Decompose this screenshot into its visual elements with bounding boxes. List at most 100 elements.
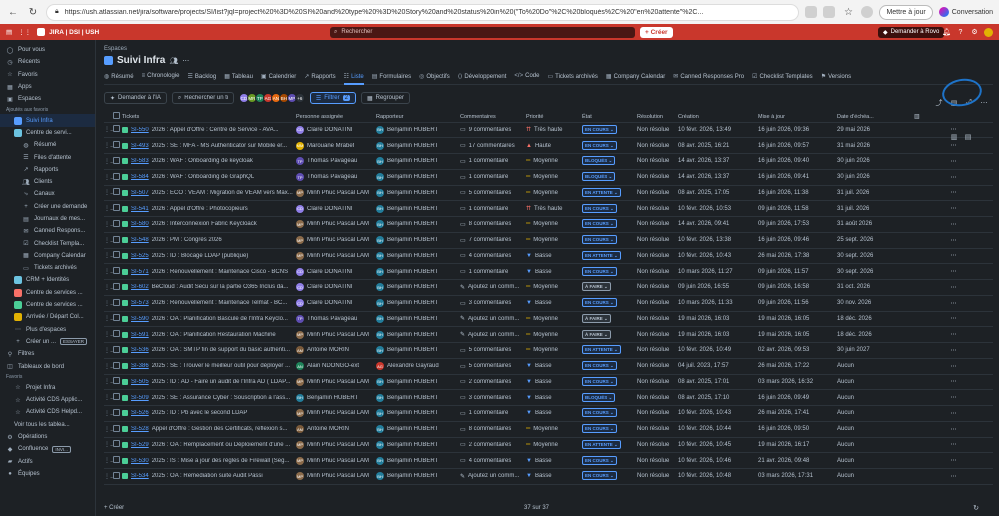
reporter-cell[interactable]: BH Benjamin HUBERT xyxy=(376,295,460,312)
row-more-icon[interactable]: ⋯ xyxy=(914,437,993,454)
drag-handle-icon[interactable]: ⋮⋮ xyxy=(104,122,113,139)
table-row[interactable]: ⋮⋮ SI-5912026 : OA : Planification Restau… xyxy=(104,326,999,343)
assignee-cell[interactable]: MP Minh Phuc Pascal LAM xyxy=(296,405,376,422)
reporter-cell[interactable]: BH Benjamin HUBERT xyxy=(376,122,460,139)
status-badge[interactable]: À FAIRE ⌄ xyxy=(582,282,611,292)
due-date-cell[interactable]: Aucun xyxy=(837,405,914,422)
status-badge[interactable]: EN COURS ⌄ xyxy=(582,298,617,308)
list-search-input[interactable]: ⌕Rechercher un ti... xyxy=(171,92,234,104)
due-date-cell[interactable]: 30 juin 2027 xyxy=(837,342,914,359)
row-checkbox[interactable] xyxy=(113,389,122,406)
status-badge[interactable]: EN COURS ⌄ xyxy=(582,140,617,150)
comments-cell[interactable]: ▭ 9 commentaires xyxy=(460,122,526,139)
status-cell[interactable]: EN COURS ⌄ xyxy=(582,405,637,422)
row-more-icon[interactable]: ⋯ xyxy=(914,263,993,280)
help-icon[interactable]: ? xyxy=(956,28,965,37)
tab-item[interactable]: ▦ Company Calendar xyxy=(606,73,665,83)
table-row[interactable]: ⋮⋮ SI-5262025 : ID : Pb avec le second LD… xyxy=(104,405,999,422)
sidebar-item[interactable]: ↗ Rapports xyxy=(0,164,95,176)
status-badge[interactable]: EN COURS ⌄ xyxy=(582,471,617,481)
sidebar-item[interactable]: ◯ Pour vous xyxy=(0,44,95,56)
ticket-key[interactable]: SI-584 xyxy=(131,174,149,180)
comments-cell[interactable]: ✎ Ajoutez un comm... xyxy=(460,311,526,328)
priority-cell[interactable]: ═ Moyenne xyxy=(526,326,582,343)
ticket-key[interactable]: SI-541 xyxy=(131,206,149,212)
status-cell[interactable]: EN COURS ⌄ xyxy=(582,137,637,154)
row-more-icon[interactable]: ⋯ xyxy=(914,421,993,438)
sidebar-item[interactable]: Suivi Infra xyxy=(0,114,95,127)
sidebar-item[interactable]: Centre de services ... xyxy=(0,287,95,299)
profile-avatar[interactable] xyxy=(861,6,874,18)
update-button[interactable]: Mettre à jour xyxy=(879,4,933,20)
assignee-cell[interactable]: CD Claire DONATINI xyxy=(296,200,376,217)
column-header[interactable]: Priorité xyxy=(526,112,582,123)
comments-cell[interactable]: ▭ 5 commentaires xyxy=(460,358,526,375)
sidebar-item[interactable]: ▣ Espaces xyxy=(0,93,95,105)
status-cell[interactable]: EN COURS ⌄ xyxy=(582,200,637,217)
column-settings-icon[interactable]: ▥ xyxy=(914,112,993,123)
comments-cell[interactable]: ▭ 7 commentaires xyxy=(460,232,526,249)
status-cell[interactable]: À FAIRE ⌄ xyxy=(582,311,637,328)
detail-view-icon[interactable]: ▥ xyxy=(949,132,959,142)
row-checkbox[interactable] xyxy=(113,437,122,454)
tab-item[interactable]: ⚑ Versions xyxy=(821,73,851,83)
due-date-cell[interactable]: Aucun xyxy=(837,437,914,454)
row-checkbox[interactable] xyxy=(113,468,122,485)
extension-icon[interactable] xyxy=(805,6,818,18)
reporter-cell[interactable]: BH Benjamin HUBERT xyxy=(376,311,460,328)
row-checkbox[interactable] xyxy=(113,216,122,233)
settings-icon[interactable]: ⚙ xyxy=(970,28,979,37)
status-badge[interactable]: EN COURS ⌄ xyxy=(582,455,617,465)
comments-cell[interactable]: ▭ 4 commentaires xyxy=(460,248,526,265)
row-more-icon[interactable]: ⋯ xyxy=(914,374,993,391)
due-date-cell[interactable]: 31 oct. 2026 xyxy=(837,279,914,296)
row-more-icon[interactable]: ⋯ xyxy=(914,358,993,375)
due-date-cell[interactable]: Aucun xyxy=(837,374,914,391)
notifications-icon[interactable]: 🔔︎ xyxy=(942,28,951,37)
row-more-icon[interactable]: ⋯ xyxy=(914,405,993,422)
due-date-cell[interactable]: 31 mai 2026 xyxy=(837,137,914,154)
sidebar-item[interactable]: ◫ Tableaux de bord xyxy=(0,360,95,372)
ask-ai-button[interactable]: ✦ Demander à l'IA xyxy=(104,92,167,104)
comments-cell[interactable]: ▭ 3 commentaires xyxy=(460,295,526,312)
sidebar-item[interactable]: ✉ Canned Respons... xyxy=(0,225,95,237)
ticket-key[interactable]: SI-591 xyxy=(131,332,149,338)
ticket-summary[interactable]: 2025 : SE : MFA - MS Authenticator sur M… xyxy=(152,143,287,149)
group-button[interactable]: ▦ Regrouper xyxy=(360,92,410,104)
ticket-summary[interactable]: 2026 : OA : Planification Restauration M… xyxy=(152,332,276,338)
priority-cell[interactable]: ▼ Basse xyxy=(526,374,582,391)
ticket-key[interactable]: SI-528 xyxy=(131,426,149,432)
status-cell[interactable]: EN ATTENTE ⌄ xyxy=(582,437,637,454)
row-more-icon[interactable]: ⋯ xyxy=(914,185,993,202)
row-checkbox[interactable] xyxy=(113,137,122,154)
status-cell[interactable]: BLOQUÉS ⌄ xyxy=(582,169,637,186)
row-more-icon[interactable]: ⋯ xyxy=(914,232,993,249)
status-badge[interactable]: EN COURS ⌄ xyxy=(582,266,617,276)
comments-cell[interactable]: ▭ 8 commentaires xyxy=(460,421,526,438)
priority-cell[interactable]: ▼ Basse xyxy=(526,263,582,280)
priority-cell[interactable]: ═ Moyenne xyxy=(526,342,582,359)
assignee-cell[interactable]: BH Benjamin HUBERT xyxy=(296,389,376,406)
priority-cell[interactable]: ▼ Basse xyxy=(526,295,582,312)
priority-cell[interactable]: ═ Moyenne xyxy=(526,216,582,233)
drag-handle-icon[interactable]: ⋮⋮ xyxy=(104,232,113,249)
column-header[interactable]: État xyxy=(582,112,637,123)
global-search-input[interactable]: ⌕ Rechercher xyxy=(330,26,635,38)
priority-cell[interactable]: ⇈ Très haute xyxy=(526,122,582,139)
status-badge[interactable]: EN ATTENTE ⌄ xyxy=(582,250,621,260)
create-row-button[interactable]: + Créer xyxy=(104,505,124,511)
priority-cell[interactable]: ═ Moyenne xyxy=(526,153,582,170)
assignee-cell[interactable]: TP Thomas Pavageau xyxy=(296,153,376,170)
breadcrumb[interactable]: Espaces xyxy=(104,46,993,52)
ticket-key[interactable]: SI-493 xyxy=(131,143,149,149)
reporter-cell[interactable]: BH Benjamin HUBERT xyxy=(376,137,460,154)
row-more-icon[interactable]: ⋯ xyxy=(914,326,993,343)
reporter-cell[interactable]: BH Benjamin HUBERT xyxy=(376,405,460,422)
status-cell[interactable]: EN COURS ⌄ xyxy=(582,216,637,233)
tab-item[interactable]: ☷ Liste xyxy=(343,73,364,85)
drag-handle-icon[interactable]: ⋮⋮ xyxy=(104,326,113,343)
status-cell[interactable]: BLOQUÉS ⌄ xyxy=(582,153,637,170)
comments-cell[interactable]: ✎ Ajoutez un comm... xyxy=(460,279,526,296)
status-cell[interactable]: EN COURS ⌄ xyxy=(582,468,637,485)
sidebar-item[interactable]: ◍ Résumé xyxy=(0,139,95,151)
